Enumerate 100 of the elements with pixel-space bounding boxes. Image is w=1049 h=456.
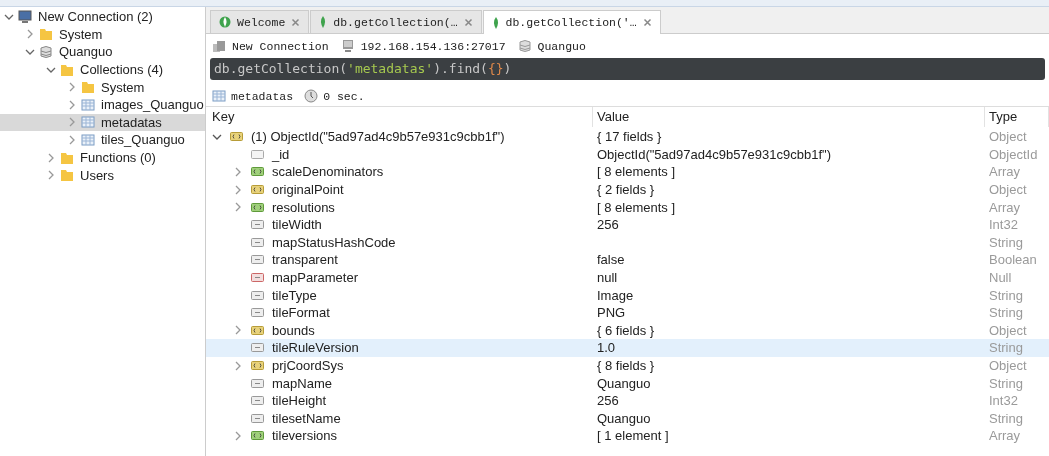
type-cell: String	[989, 340, 1023, 356]
folder-icon	[60, 168, 74, 183]
chevron-right-icon[interactable]	[25, 29, 35, 40]
database-icon	[39, 45, 53, 59]
key-cell: prjCoordSys	[272, 358, 344, 373]
table-row[interactable]: mapName Quanguo String	[206, 374, 1049, 392]
table-row[interactable]: tileRuleVersion 1.0 String	[206, 339, 1049, 357]
type-cell: Object	[989, 182, 1027, 198]
table-row[interactable]: tileFormat PNG String	[206, 303, 1049, 322]
chevron-right-icon[interactable]	[67, 82, 77, 93]
tree-item[interactable]: Collections (4)	[0, 60, 205, 79]
tree-item[interactable]: Users	[0, 166, 205, 184]
chevron-right-icon[interactable]	[233, 360, 243, 371]
chevron-right-icon[interactable]	[46, 170, 56, 181]
table-row[interactable]: mapStatusHashCode String	[206, 233, 1049, 252]
table-row[interactable]: _id ObjectId("5ad97ad4c9b57e931c9cbb1f") ObjectId	[206, 145, 1049, 164]
array-type-icon	[251, 431, 264, 441]
key-cell: tileFormat	[272, 305, 330, 321]
chevron-right-icon[interactable]	[67, 99, 77, 110]
column-header[interactable]: Key	[206, 107, 593, 127]
tab[interactable]: Welcome	[210, 10, 310, 33]
query-time: 0 sec.	[323, 89, 365, 103]
chevron-right-icon[interactable]	[233, 167, 243, 177]
table-icon	[81, 97, 95, 112]
server-address: 192.168.154.136:27017	[360, 39, 506, 53]
folder-icon	[60, 62, 74, 77]
column-header[interactable]: Type	[985, 107, 1049, 127]
object-type-icon	[251, 361, 264, 370]
leaf-icon	[219, 15, 231, 29]
key-cell: tileversions	[272, 428, 338, 444]
chevron-right-icon[interactable]	[233, 184, 243, 195]
type-cell: Object	[989, 322, 1027, 338]
close-icon[interactable]	[291, 17, 301, 27]
tree-label: tiles_Quanguo	[101, 132, 185, 148]
table-row[interactable]: transparent false Boolean	[206, 251, 1049, 269]
tab[interactable]: db.getCollection('…	[482, 10, 661, 34]
key-cell: originalPoint	[272, 182, 344, 198]
value-cell: ObjectId("5ad97ad4c9b57e931c9cbb1f")	[597, 146, 831, 162]
type-cell: ObjectId	[989, 146, 1038, 162]
close-icon[interactable]	[463, 17, 473, 27]
table-row[interactable]: (1) ObjectId("5ad97ad4c9b57e931c9cbb1f") { 17 fields } Object	[206, 128, 1049, 146]
table-row[interactable]: tileversions [ 1 element ] Array	[206, 427, 1049, 445]
tree-item[interactable]: Functions (0)	[0, 148, 205, 167]
table-row[interactable]: bounds { 6 fields } Object	[206, 321, 1049, 340]
chevron-down-icon[interactable]	[25, 47, 35, 57]
table-row[interactable]: tileType Image String	[206, 286, 1049, 304]
query-editor[interactable]: db.getCollection('metadatas').find({})	[210, 58, 1045, 80]
chevron-right-icon[interactable]	[67, 134, 77, 145]
string-type-icon	[251, 308, 264, 318]
tree-item[interactable]: images_Quanguo	[0, 95, 205, 114]
table-row[interactable]: mapParameter null Null	[206, 268, 1049, 287]
value-cell: 256	[597, 217, 619, 233]
tree-item[interactable]: New Connection (2)	[0, 8, 205, 26]
type-cell: String	[989, 234, 1023, 250]
key-cell: (1) ObjectId("5ad97ad4c9b57e931c9cbb1f")	[251, 129, 505, 145]
table-row[interactable]: tileHeight 256 Int32	[206, 391, 1049, 410]
value-cell: { 2 fields }	[597, 182, 655, 198]
chevron-right-icon[interactable]	[233, 202, 243, 213]
close-icon[interactable]	[642, 18, 652, 27]
table-row[interactable]: prjCoordSys { 8 fields } Object	[206, 356, 1049, 375]
value-cell: [ 8 elements ]	[597, 199, 676, 215]
tree-label: Quanguo	[59, 44, 113, 60]
value-cell: [ 1 element ]	[597, 428, 669, 444]
type-cell: Boolean	[989, 252, 1037, 268]
value-cell: Quanguo	[597, 410, 651, 426]
chevron-right-icon[interactable]	[67, 117, 77, 128]
table-row[interactable]: tilesetName Quanguo String	[206, 409, 1049, 428]
servers-icon	[212, 39, 226, 53]
leaf-icon	[491, 15, 500, 30]
chevron-right-icon[interactable]	[233, 430, 243, 441]
key-cell: _id	[272, 146, 290, 162]
null-type-icon	[251, 273, 264, 283]
type-cell: Object	[989, 129, 1027, 145]
tree-label: metadatas	[101, 114, 162, 130]
value-cell: 1.0	[597, 340, 616, 356]
monitor-icon	[340, 39, 355, 53]
tree-item[interactable]: Quanguo	[0, 43, 205, 61]
tree-item[interactable]: System	[0, 78, 205, 96]
key-cell: transparent	[272, 252, 338, 268]
tree-item[interactable]: System	[0, 25, 205, 44]
table-row[interactable]: scaleDenominators [ 8 elements ] Array	[206, 163, 1049, 181]
table-row[interactable]: resolutions [ 8 elements ] Array	[206, 198, 1049, 216]
chevron-right-icon[interactable]	[46, 152, 56, 163]
key-cell: bounds	[272, 322, 315, 338]
tree-item[interactable]: metadatas	[0, 113, 205, 132]
string-type-icon	[251, 413, 264, 423]
column-header[interactable]: Value	[593, 107, 985, 127]
tree-label: images_Quanguo	[101, 97, 204, 113]
tab[interactable]: db.getCollection(…	[310, 10, 482, 33]
table-row[interactable]: tileWidth 256 Int32	[206, 215, 1049, 234]
type-cell: Object	[989, 358, 1027, 373]
objectid-type-icon	[251, 149, 264, 159]
type-cell: String	[989, 410, 1023, 426]
tree-label: System	[59, 26, 103, 42]
key-cell: tilesetName	[272, 410, 341, 426]
tree-label: New Connection (2)	[38, 9, 153, 25]
tree-item[interactable]: tiles_Quanguo	[0, 131, 205, 149]
table-row[interactable]: originalPoint { 2 fields } Object	[206, 180, 1049, 199]
chevron-right-icon[interactable]	[233, 325, 243, 336]
type-cell: Array	[989, 428, 1021, 444]
